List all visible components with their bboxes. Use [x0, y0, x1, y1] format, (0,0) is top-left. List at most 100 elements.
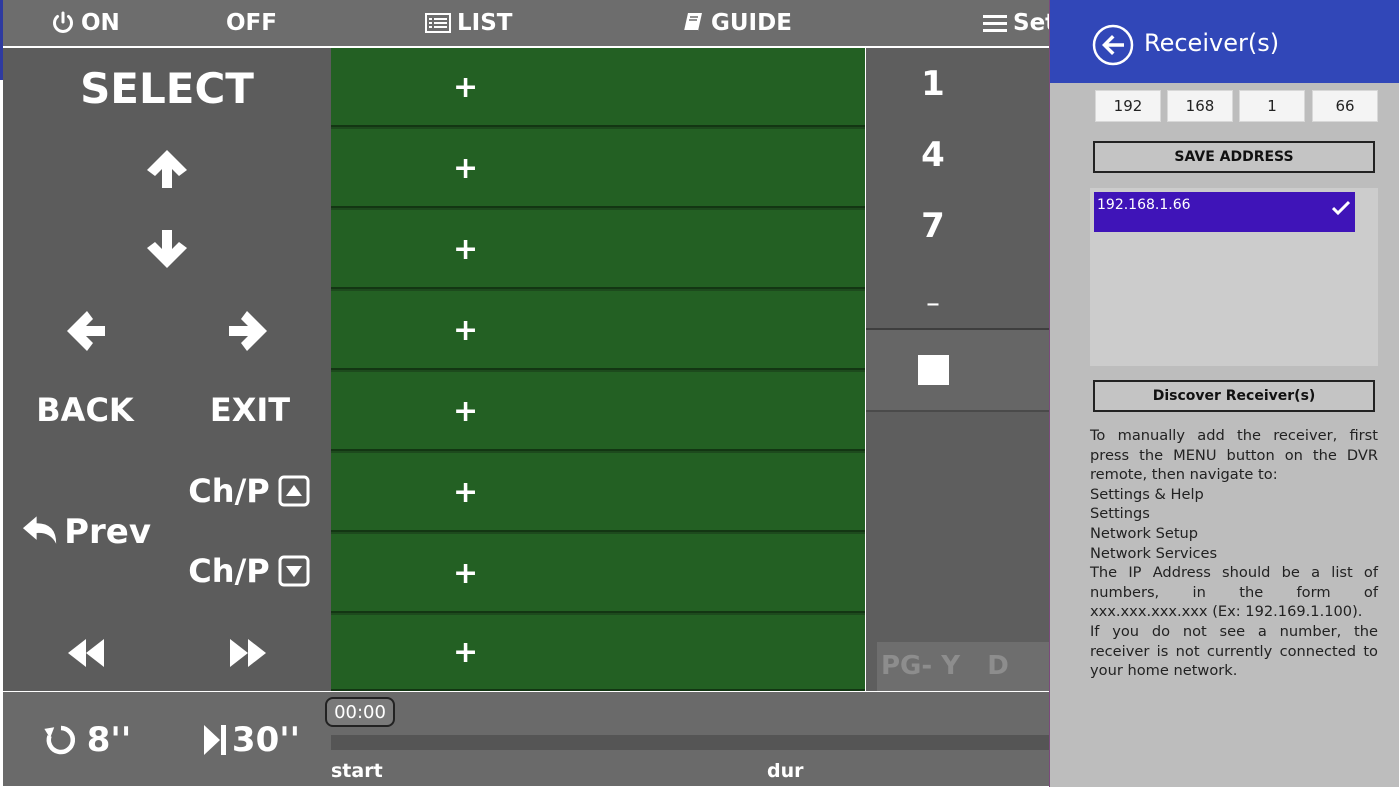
help-line: Network Services	[1090, 544, 1218, 562]
list-button[interactable]: LIST	[425, 0, 512, 46]
guide-label: GUIDE	[711, 10, 792, 36]
add-icon: +	[453, 393, 479, 429]
receiver-address: 192.168.1.66	[1097, 197, 1191, 213]
skip-forward-icon	[203, 725, 226, 755]
list-item[interactable]: +	[331, 615, 865, 691]
help-line: To manually add the receiver, first pres…	[1090, 427, 1378, 484]
right-button[interactable]	[223, 308, 273, 354]
digit-key-4[interactable]: 4	[866, 135, 1000, 175]
triangle-down-box-icon	[278, 555, 310, 587]
replay-label: 8''	[86, 720, 132, 760]
triangle-up-box-icon	[278, 475, 310, 507]
rating-display: PG- Y D	[877, 642, 1049, 691]
hamburger-icon	[983, 15, 1007, 32]
exit-button[interactable]: EXIT	[188, 388, 312, 432]
down-button[interactable]	[142, 226, 192, 272]
list-item[interactable]: +	[331, 372, 865, 451]
save-address-button[interactable]: SAVE ADDRESS	[1093, 141, 1375, 173]
settings-button[interactable]: Set	[983, 0, 1049, 46]
fast-forward-button[interactable]	[223, 632, 273, 674]
help-line: Settings & Help	[1090, 485, 1204, 503]
list-item[interactable]: +	[331, 453, 865, 532]
add-icon: +	[453, 150, 479, 186]
book-icon	[684, 13, 702, 32]
power-icon	[53, 11, 73, 33]
digit-key-1[interactable]: 1	[866, 64, 1000, 104]
favorites-list: + + + + + + + +	[331, 48, 865, 691]
remote-control-panel: SELECT BACK EXIT Ch/P Prev Ch/P	[3, 48, 331, 691]
add-icon: +	[453, 231, 479, 267]
help-line: The IP Address should be a list of numbe…	[1090, 564, 1378, 621]
list-label: LIST	[457, 10, 513, 36]
stop-area	[866, 330, 1049, 410]
arrow-right-icon	[229, 311, 267, 351]
power-off-button[interactable]: OFF	[226, 0, 277, 46]
arrow-down-icon	[147, 230, 187, 268]
left-button[interactable]	[61, 308, 111, 354]
time-readout: 00:00	[325, 697, 395, 727]
playback-bar: 8'' 30'' 00:00 start dur	[3, 692, 1049, 786]
back-button[interactable]: BACK	[23, 388, 147, 432]
receivers-flyout: Receiver(s) 192 168 1 66 SAVE ADDRESS 19…	[1049, 0, 1399, 787]
help-line: Network Setup	[1090, 524, 1199, 542]
numpad-divider	[866, 410, 1049, 412]
fast-forward-icon	[230, 639, 266, 667]
add-icon: +	[453, 635, 479, 670]
arrow-left-icon	[67, 311, 105, 351]
progress-track[interactable]	[331, 735, 1049, 750]
channel-up-button[interactable]: Ch/P	[185, 468, 313, 514]
previous-label: Prev	[64, 512, 151, 552]
flyout-header: Receiver(s)	[1050, 0, 1399, 83]
channel-down-label: Ch/P	[188, 552, 270, 590]
list-item[interactable]: +	[331, 210, 865, 289]
ip-octet-2-input[interactable]: 168	[1167, 90, 1233, 122]
replay-button[interactable]: 8''	[37, 718, 137, 762]
channel-up-label: Ch/P	[188, 472, 270, 510]
stop-button[interactable]	[918, 355, 949, 385]
select-label: SELECT	[80, 63, 254, 113]
exit-label: EXIT	[209, 391, 291, 429]
skip-forward-button[interactable]: 30''	[199, 718, 303, 762]
ip-octet-3-input[interactable]: 1	[1239, 90, 1305, 122]
add-icon: +	[453, 69, 479, 105]
settings-label: Set	[1013, 10, 1049, 36]
list-item[interactable]: +	[331, 291, 865, 370]
back-arrow-icon	[1092, 24, 1134, 66]
return-arrow-icon	[22, 516, 57, 544]
discover-receivers-button[interactable]: Discover Receiver(s)	[1093, 380, 1375, 412]
rewind-button[interactable]	[61, 632, 111, 674]
back-label: BACK	[36, 391, 134, 429]
dash-key[interactable]: _	[866, 281, 1000, 306]
previous-channel-button[interactable]: Prev	[21, 508, 151, 556]
duration-label: dur	[767, 760, 804, 782]
list-item[interactable]: 192.168.1.66	[1094, 192, 1355, 232]
receiver-list: 192.168.1.66	[1090, 188, 1378, 366]
skip-forward-label: 30''	[231, 720, 301, 760]
list-item[interactable]: +	[331, 534, 865, 613]
list-item[interactable]: +	[331, 48, 865, 127]
help-line: Settings	[1090, 505, 1150, 523]
back-button[interactable]	[1092, 24, 1134, 66]
ip-octet-1-input[interactable]: 192	[1095, 90, 1161, 122]
number-pad: 1 4 7 _ PG- Y D	[866, 48, 1049, 691]
replay-icon	[44, 725, 75, 755]
ip-octet-4-input[interactable]: 66	[1312, 90, 1378, 122]
list-item[interactable]: +	[331, 129, 865, 208]
rewind-icon	[68, 639, 104, 667]
power-on-label: ON	[81, 10, 120, 36]
start-label: start	[331, 760, 383, 782]
select-button[interactable]: SELECT	[3, 60, 331, 116]
add-icon: +	[453, 312, 479, 348]
add-icon: +	[453, 555, 479, 591]
digit-key-7[interactable]: 7	[866, 206, 1000, 246]
top-command-bar: ON OFF LIST GUIDE Set	[3, 0, 1049, 46]
up-button[interactable]	[142, 146, 192, 192]
power-off-label: OFF	[226, 10, 277, 36]
power-on-button[interactable]: ON	[51, 0, 120, 46]
help-line: If you do not see a number, the receiver…	[1090, 622, 1378, 680]
guide-button[interactable]: GUIDE	[681, 0, 792, 46]
help-text: To manually add the receiver, first pres…	[1090, 426, 1378, 681]
channel-down-button[interactable]: Ch/P	[185, 548, 313, 594]
add-icon: +	[453, 474, 479, 510]
list-icon	[425, 13, 451, 33]
